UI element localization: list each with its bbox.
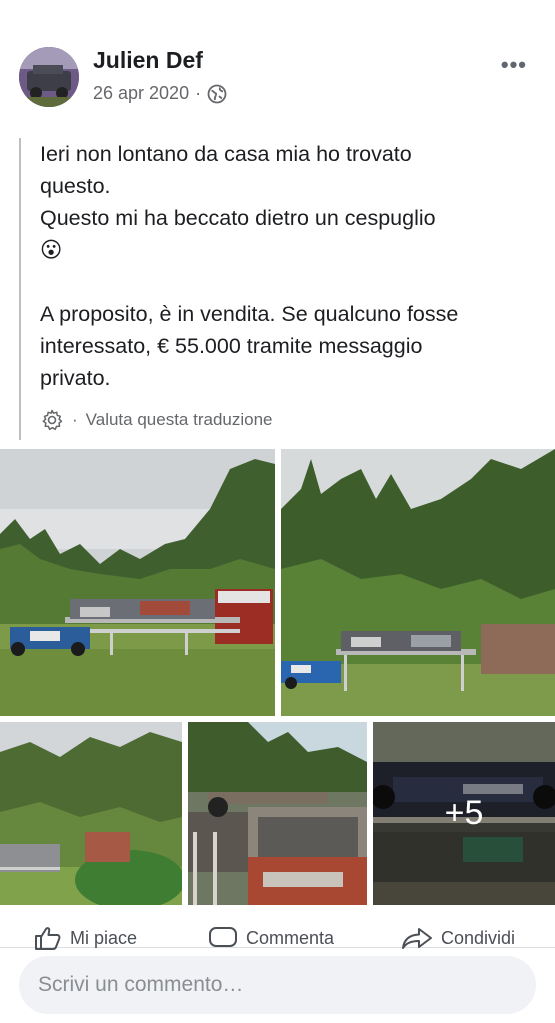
more-options-icon[interactable]: ••• <box>501 52 527 78</box>
gear-icon[interactable] <box>40 408 64 432</box>
comment-label: Commenta <box>246 927 335 948</box>
like-label: Mi piace <box>70 927 138 948</box>
photo-2[interactable] <box>281 449 555 716</box>
post-text: Ieri non lontano da casa mia ho trovato … <box>40 142 459 390</box>
post-author[interactable]: Julien Def <box>93 47 203 74</box>
photo-4[interactable] <box>188 722 367 905</box>
share-arrow-icon <box>402 928 432 949</box>
post-date[interactable]: 26 apr 2020 <box>93 83 189 104</box>
share-button[interactable]: Condividi <box>401 926 515 950</box>
avatar[interactable] <box>19 47 79 107</box>
more-photos-count: +5 <box>373 722 555 905</box>
translation-rate-link[interactable]: Valuta questa traduzione <box>86 410 273 430</box>
share-label: Condividi <box>441 927 516 948</box>
speech-bubble-icon <box>209 927 237 947</box>
like-button[interactable]: Mi piace <box>34 926 137 950</box>
translation-separator: · <box>72 410 78 429</box>
photo-3[interactable] <box>0 722 182 905</box>
avatar-image <box>19 47 79 107</box>
translation-row: · Valuta questa traduzione <box>40 408 273 432</box>
comment-box <box>19 956 536 1014</box>
thumbs-up-icon <box>35 927 61 950</box>
comment-button[interactable]: Commenta <box>208 926 334 950</box>
comment-input[interactable] <box>19 956 536 1014</box>
post-text-block: Ieri non lontano da casa mia ho trovato … <box>19 138 539 440</box>
post-meta: 26 apr 2020 · <box>93 83 227 104</box>
post-actions: Mi piace Commenta Condividi <box>0 918 555 950</box>
photo-5-more[interactable]: +5 <box>373 722 555 905</box>
photo-1[interactable] <box>0 449 275 716</box>
meta-separator: · <box>195 83 202 103</box>
globe-icon[interactable] <box>207 84 227 104</box>
post-header: Julien Def 26 apr 2020 · ••• <box>0 0 555 125</box>
